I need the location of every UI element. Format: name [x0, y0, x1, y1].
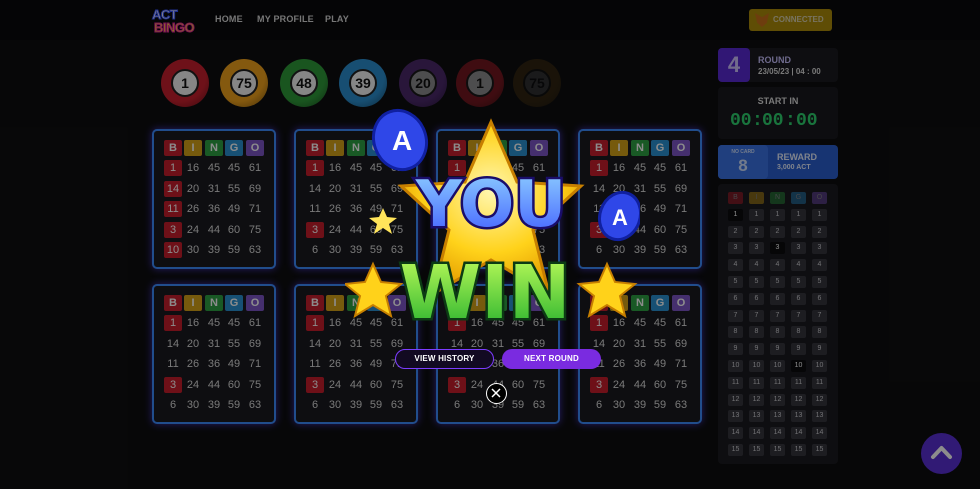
you-win-graphic: A A YOU WIN: [342, 108, 643, 339]
left-coin-letter: A: [392, 125, 412, 156]
next-round-button[interactable]: NEXT ROUND: [502, 349, 601, 369]
small-star-shape: [369, 208, 397, 234]
right-coin-letter: A: [612, 205, 628, 230]
win-text: WIN: [399, 250, 570, 336]
close-icon: [491, 388, 501, 398]
you-win-modal: A A YOU WIN: [342, 104, 643, 344]
you-text: YOU: [415, 168, 566, 242]
close-modal-button[interactable]: [486, 383, 507, 404]
view-history-button[interactable]: VIEW HISTORY: [395, 349, 494, 369]
right-star-shape: [576, 261, 638, 319]
bingo-game-page: ACT BINGO HOME MY PROFILE PLAY CONNECTED…: [0, 0, 980, 489]
left-star-shape: [342, 261, 404, 319]
